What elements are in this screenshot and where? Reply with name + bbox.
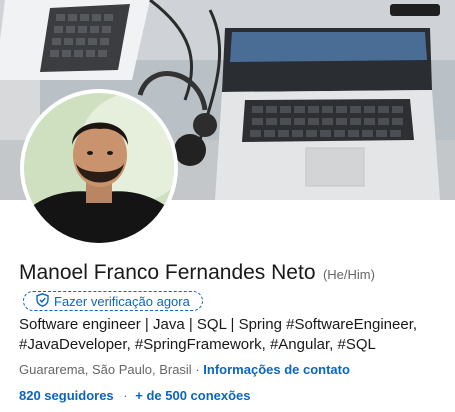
verify-now-button[interactable]: Fazer verificação agora (23, 291, 203, 311)
stats-separator: · (123, 388, 128, 403)
profile-name: Manoel Franco Fernandes Neto (19, 261, 316, 284)
contact-info-link[interactable]: Informações de contato (203, 362, 350, 377)
name-row: Manoel Franco Fernandes Neto (He/Him) (19, 261, 375, 285)
avatar (24, 93, 174, 243)
profile-location: Guararema, São Paulo, Brasil (19, 362, 192, 377)
profile-photo[interactable] (20, 89, 178, 247)
shield-check-icon (36, 293, 49, 310)
profile-pronouns: (He/Him) (322, 267, 375, 282)
followers-link[interactable]: 820 seguidores (19, 388, 114, 403)
location-row: Guararema, São Paulo, Brasil · Informaçõ… (19, 362, 350, 377)
profile-headline: Software engineer | Java | SQL | Spring … (19, 316, 418, 353)
connections-link[interactable]: + de 500 conexões (135, 388, 250, 403)
network-stats: 820 seguidores · + de 500 conexões (19, 388, 251, 403)
location-separator: · (195, 362, 200, 377)
verify-now-label: Fazer verificação agora (54, 293, 190, 309)
